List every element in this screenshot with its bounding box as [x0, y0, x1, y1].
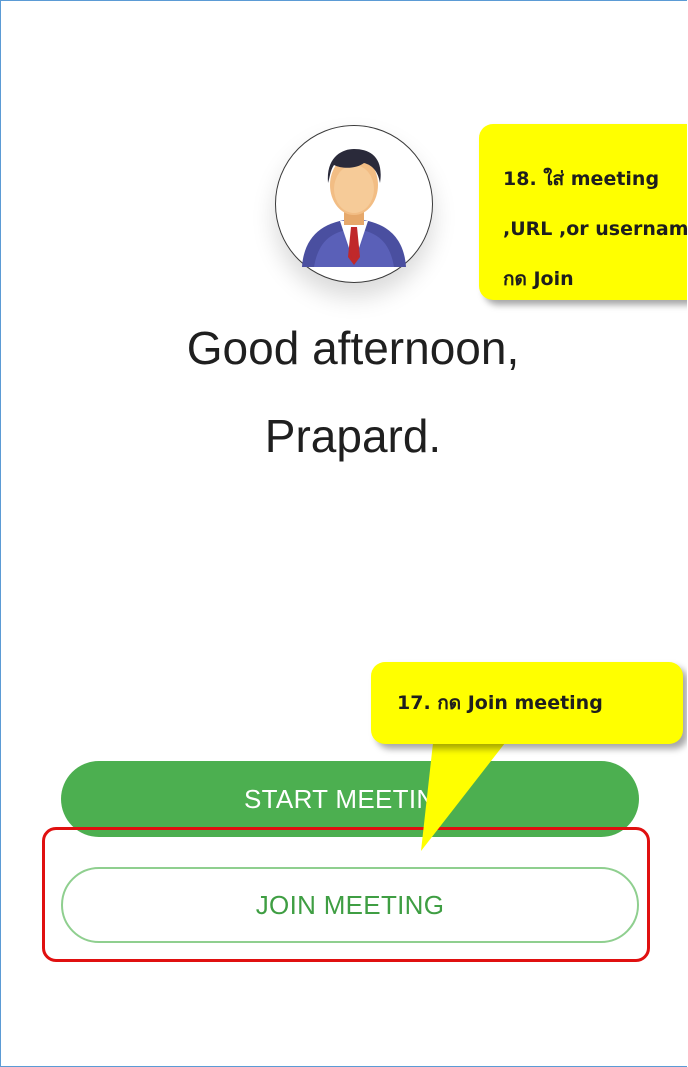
join-meeting-button[interactable]: JOIN MEETING [61, 867, 639, 943]
start-meeting-button[interactable]: START MEETING [61, 761, 639, 837]
callout-18-line-1: 18. ใส่ meeting [503, 168, 660, 190]
callout-17-label: 17. กด Join meeting [397, 692, 603, 714]
avatar[interactable] [275, 125, 433, 283]
callout-step-17: 17. กด Join meeting [371, 662, 683, 744]
callout-18-line-2: ,URL ,or username [503, 218, 687, 240]
app-screen: Good afternoon, Prapard. START MEETING J… [0, 0, 687, 1067]
callout-18-line-3: กด Join [503, 268, 574, 290]
greeting-line-1: Good afternoon, [186, 322, 520, 374]
callout-step-18: 18. ใส่ meeting ,URL ,or username กด Joi… [479, 124, 687, 300]
user-avatar-icon [302, 149, 406, 267]
greeting-name: Prapard. [264, 410, 442, 462]
